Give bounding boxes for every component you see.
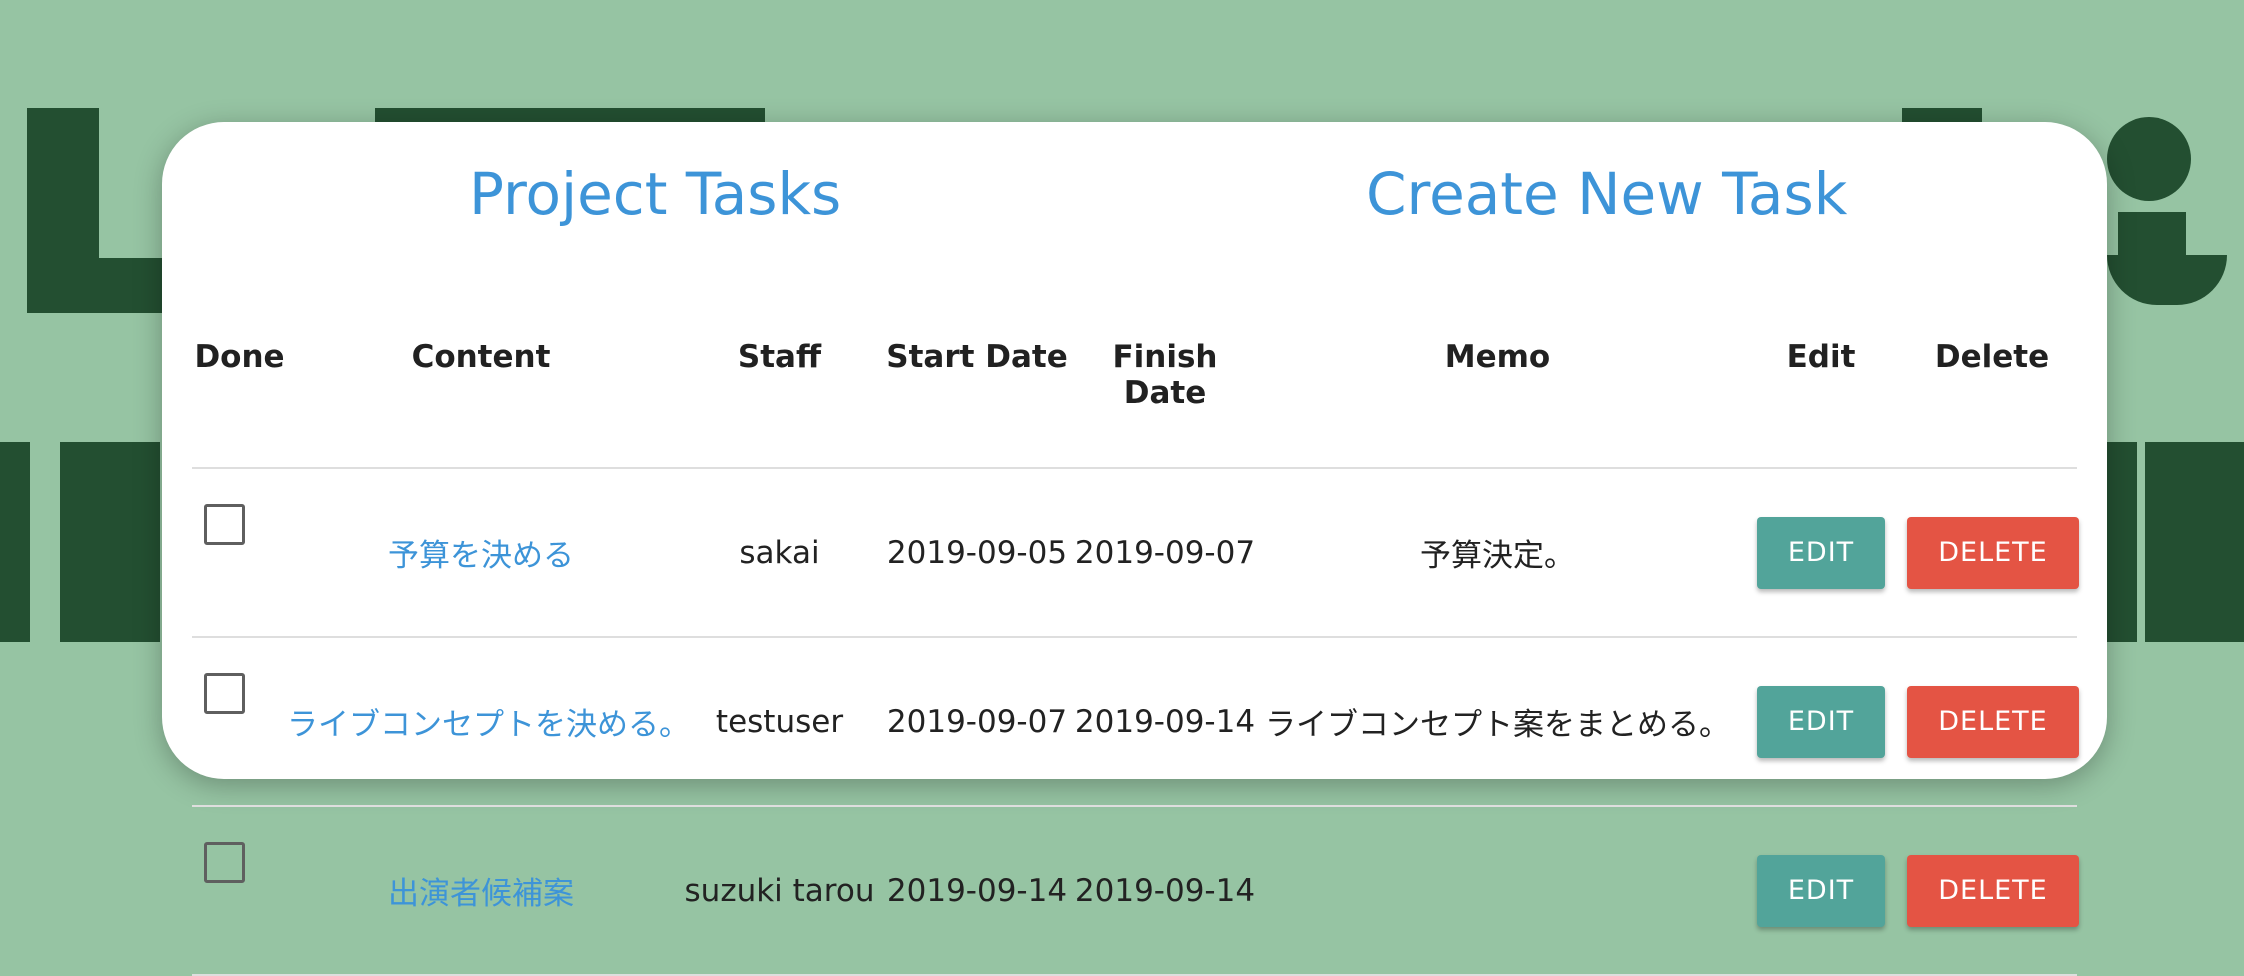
tasks-card: Project Tasks Create New Task Done Conte…	[162, 122, 2107, 976]
column-header-delete: Delete	[1907, 332, 2077, 469]
staff-cell: sakai	[675, 468, 884, 638]
delete-cell: DELETE	[1907, 637, 2079, 807]
staff-cell: suzuki tarou	[675, 806, 884, 976]
edit-button[interactable]: EDIT	[1757, 516, 1885, 589]
column-header-finish-date: Finish Date	[1070, 332, 1260, 469]
done-checkbox[interactable]	[204, 673, 245, 714]
memo-cell: ライブコンセプト案をまとめる。	[1260, 637, 1735, 807]
content-cell: 予算を決める	[287, 468, 675, 638]
tasks-table: Done Content Staff Start Date Finish Dat…	[192, 332, 2079, 976]
done-cell	[192, 637, 287, 807]
table-row: 出演者候補案 suzuki tarou 2019-09-14 2019-09-1…	[192, 806, 2079, 976]
memo-cell: 予算決定。	[1260, 468, 1735, 638]
done-cell	[192, 806, 287, 976]
staff-cell: testuser	[675, 637, 884, 807]
column-header-done: Done	[192, 332, 287, 469]
column-header-content: Content	[287, 332, 675, 469]
edit-cell: EDIT	[1735, 637, 1907, 807]
create-new-task-link[interactable]: Create New Task	[1366, 160, 1847, 228]
content-cell: 出演者候補案	[287, 806, 675, 976]
delete-cell: DELETE	[1907, 806, 2079, 976]
task-content-link[interactable]: 予算を決める	[388, 538, 574, 574]
table-header-row: Done Content Staff Start Date Finish Dat…	[192, 332, 2077, 469]
start-date-cell: 2019-09-07	[884, 637, 1070, 807]
delete-button[interactable]: DELETE	[1907, 854, 2079, 927]
column-header-start-date: Start Date	[884, 332, 1070, 469]
finish-date-cell: 2019-09-14	[1070, 637, 1260, 807]
done-checkbox[interactable]	[204, 504, 245, 545]
start-date-cell: 2019-09-14	[884, 806, 1070, 976]
delete-button[interactable]: DELETE	[1907, 516, 2079, 589]
task-content-link[interactable]: 出演者候補案	[388, 876, 574, 912]
project-tasks-heading-link[interactable]: Project Tasks	[469, 160, 841, 228]
delete-button[interactable]: DELETE	[1907, 685, 2079, 758]
edit-cell: EDIT	[1735, 468, 1907, 638]
finish-date-cell: 2019-09-14	[1070, 806, 1260, 976]
edit-button[interactable]: EDIT	[1757, 854, 1885, 927]
column-header-edit: Edit	[1735, 332, 1907, 469]
content-cell: ライブコンセプトを決める。	[287, 637, 690, 807]
task-content-link[interactable]: ライブコンセプトを決める。	[287, 707, 690, 743]
table-row: ライブコンセプトを決める。 testuser 2019-09-07 2019-0…	[192, 637, 2079, 807]
start-date-cell: 2019-09-05	[884, 468, 1070, 638]
memo-cell	[1260, 806, 1735, 976]
edit-cell: EDIT	[1735, 806, 1907, 976]
delete-cell: DELETE	[1907, 468, 2079, 638]
finish-date-cell: 2019-09-07	[1070, 468, 1260, 638]
edit-button[interactable]: EDIT	[1757, 685, 1885, 758]
column-header-memo: Memo	[1260, 332, 1735, 469]
table-row: 予算を決める sakai 2019-09-05 2019-09-07 予算決定。…	[192, 468, 2079, 638]
column-header-staff: Staff	[675, 332, 884, 469]
done-cell	[192, 468, 287, 638]
done-checkbox[interactable]	[204, 842, 245, 883]
